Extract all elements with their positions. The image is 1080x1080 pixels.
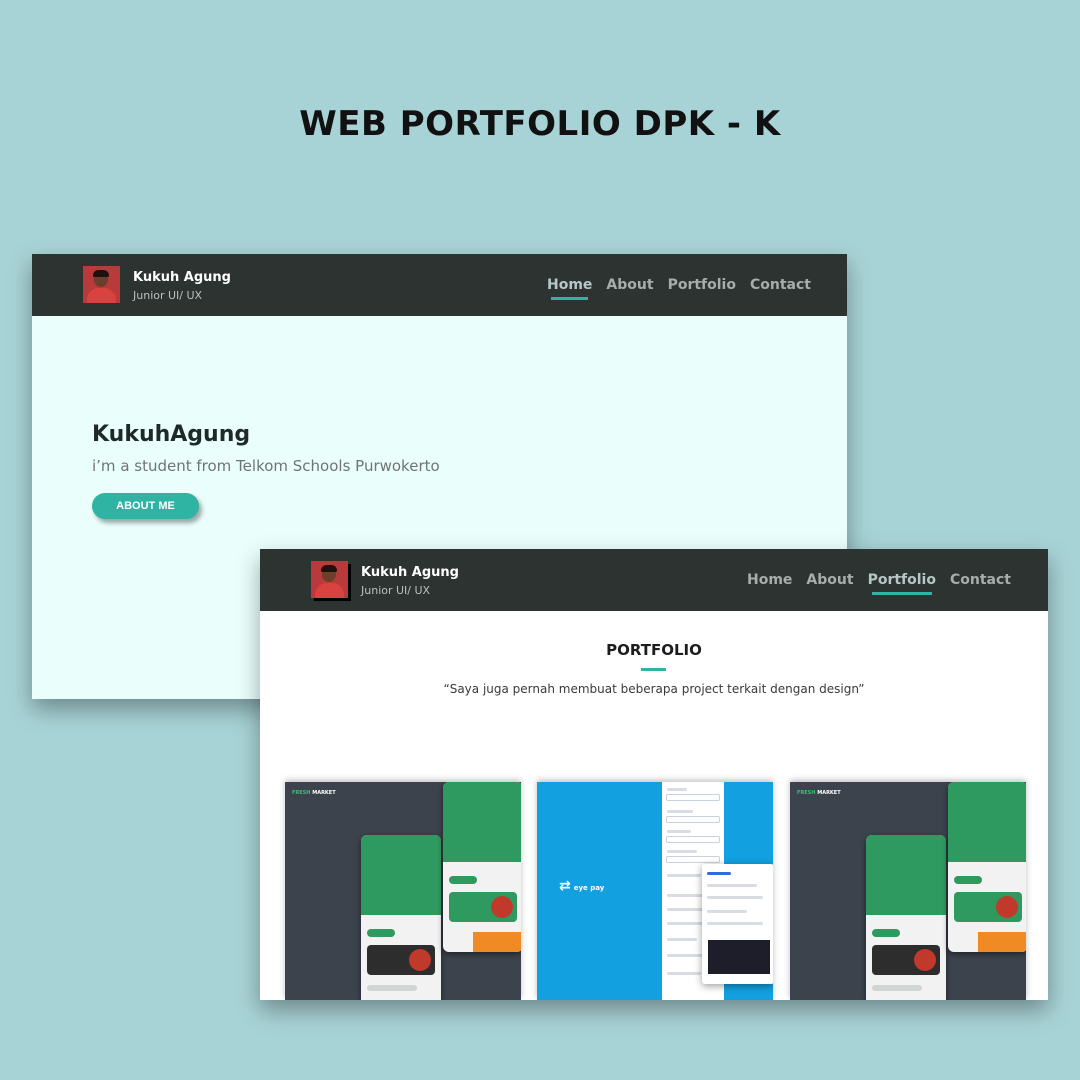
nav-home[interactable]: Home <box>547 277 592 300</box>
portfolio-thumbnail-fresh-market[interactable]: FRESH MARKET <box>790 782 1026 1000</box>
nav-home[interactable]: Home <box>747 572 792 588</box>
page-title: WEB PORTFOLIO DPK - K <box>299 104 781 144</box>
portfolio-thumbnail-eye-pay[interactable]: ⇄ eye pay <box>537 782 773 1000</box>
phone-mockup <box>866 835 946 1000</box>
avatar[interactable] <box>83 266 120 303</box>
profile-role: Junior UI/ UX <box>361 584 431 597</box>
heading-underline <box>641 668 666 671</box>
portfolio-heading: PORTFOLIO <box>606 641 702 659</box>
about-me-button[interactable]: ABOUT ME <box>92 493 199 519</box>
fresh-market-logo: FRESH MARKET <box>797 790 841 796</box>
profile-name: Kukuh Agung <box>361 565 459 580</box>
portfolio-window: Kukuh Agung Junior UI/ UX Home About Por… <box>260 549 1048 1000</box>
profile-name: Kukuh Agung <box>133 270 231 285</box>
nav-contact[interactable]: Contact <box>750 277 811 293</box>
nav-portfolio[interactable]: Portfolio <box>668 277 736 293</box>
phone-mockup <box>948 782 1026 952</box>
portfolio-quote: “Saya juga pernah membuat beberapa proje… <box>443 682 865 696</box>
nav-about[interactable]: About <box>806 572 853 588</box>
hero-subtitle: i’m a student from Telkom Schools Purwok… <box>92 457 440 475</box>
hero-name: KukuhAgung <box>92 422 251 447</box>
phone-mockup <box>702 864 773 984</box>
phone-mockup <box>443 782 521 952</box>
avatar[interactable] <box>311 561 348 598</box>
nav-links: Home About Portfolio Contact <box>747 572 1011 595</box>
nav-portfolio[interactable]: Portfolio <box>868 572 936 595</box>
navbar: Kukuh Agung Junior UI/ UX Home About Por… <box>32 254 847 316</box>
eye-pay-logo: ⇄ eye pay <box>559 878 605 894</box>
phone-mockup <box>361 835 441 1000</box>
nav-links: Home About Portfolio Contact <box>547 277 811 300</box>
profile-role: Junior UI/ UX <box>133 289 203 302</box>
fresh-market-logo: FRESH MARKET <box>292 790 336 796</box>
nav-contact[interactable]: Contact <box>950 572 1011 588</box>
portfolio-thumbnail-fresh-market[interactable]: FRESH MARKET <box>285 782 521 1000</box>
nav-about[interactable]: About <box>606 277 653 293</box>
navbar: Kukuh Agung Junior UI/ UX Home About Por… <box>260 549 1048 611</box>
